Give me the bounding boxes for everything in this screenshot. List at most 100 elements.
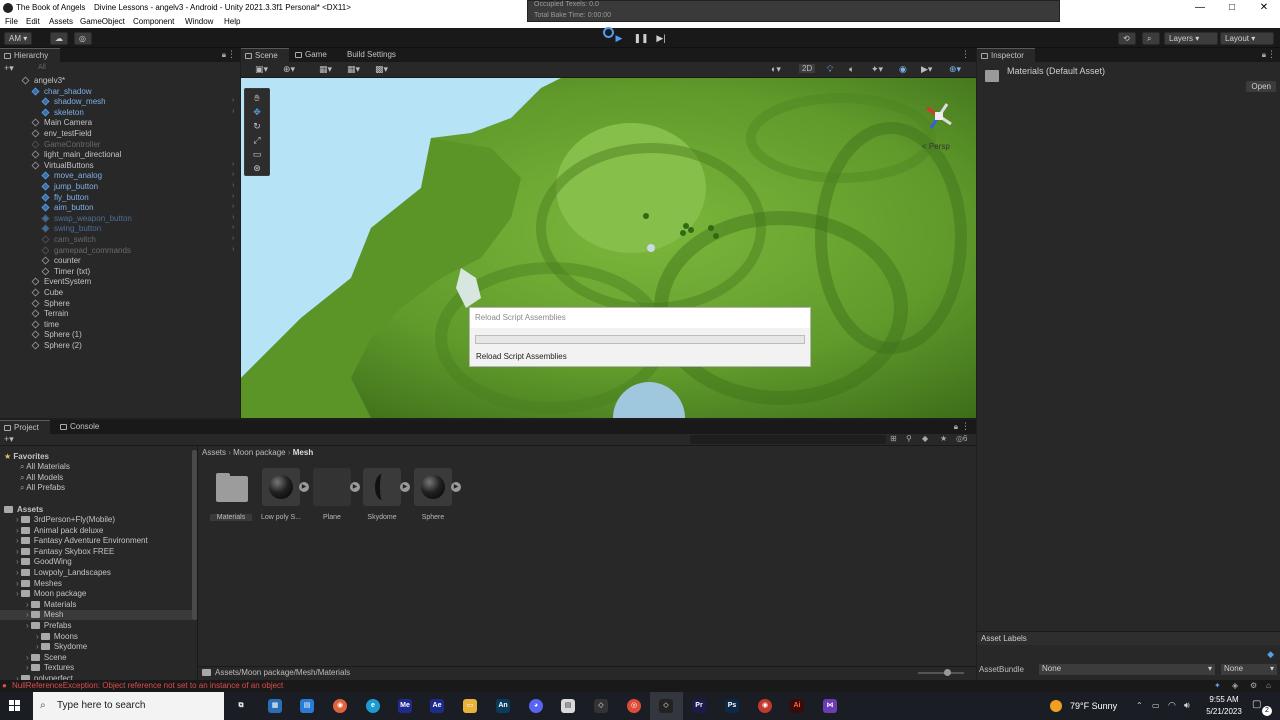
expand-arrow-icon[interactable]: › [232, 108, 234, 115]
hierarchy-item[interactable]: swap_weapon_button [41, 214, 132, 224]
hierarchy-item[interactable]: aim_button [41, 203, 94, 213]
expand-icon[interactable]: ▶ [350, 482, 360, 492]
scene-kebab-icon[interactable]: ⋮ [961, 49, 970, 60]
firefox-icon[interactable]: ◉ [333, 699, 347, 713]
hierarchy-item[interactable]: time [31, 320, 59, 330]
transform-tool-icon[interactable]: ⊛ [251, 162, 263, 174]
filter-label-icon[interactable]: ⚲ [906, 434, 912, 443]
project-tree-item[interactable]: › Fantasy Adventure Environment [16, 536, 148, 546]
snap-increment-icon[interactable]: ▦▾ [347, 64, 360, 75]
project-tree-item[interactable]: › Textures [26, 663, 74, 673]
after-effects-icon[interactable]: Ae [430, 699, 444, 713]
expand-icon[interactable]: ▶ [299, 482, 309, 492]
hierarchy-item[interactable]: Sphere (2) [31, 341, 82, 351]
tab-game[interactable]: Game [291, 48, 335, 62]
asset-tile-low-poly[interactable]: ▶ Low poly S... [260, 468, 309, 521]
hierarchy-search[interactable]: All [38, 64, 46, 71]
orientation-gizmo[interactable] [921, 98, 957, 134]
status-bar[interactable]: ● NullReferenceException: Object referen… [0, 680, 1280, 692]
unity-editor-icon[interactable]: ◇ [659, 699, 673, 713]
asset-bundle-dropdown[interactable]: None ▾ [1039, 664, 1215, 675]
layout-dropdown[interactable]: Layout ▾ [1220, 32, 1274, 45]
favorite-item[interactable]: ⌕ All Models [20, 473, 63, 483]
asset-tile-skydome[interactable]: ▶ Skydome [361, 468, 410, 521]
cloud-icon[interactable]: ☁ [50, 32, 68, 45]
project-tree-item[interactable]: › GoodWing [16, 557, 72, 567]
project-tree-item[interactable]: › Meshes [16, 579, 62, 589]
project-tree-item[interactable]: › Animal pack deluxe [16, 526, 103, 536]
hierarchy-item[interactable]: skeleton [41, 108, 84, 118]
pause-button[interactable]: ❚❚ [632, 31, 650, 45]
status-icon-a[interactable]: ✦ [1214, 681, 1221, 690]
layers-dropdown[interactable]: Layers ▾ [1164, 32, 1218, 45]
expand-arrow-icon[interactable]: › [232, 214, 234, 221]
hierarchy-item[interactable]: shadow_mesh [41, 97, 106, 107]
tab-inspector[interactable]: Inspector [977, 48, 1035, 62]
asset-variant-dropdown[interactable]: None ▾ [1221, 664, 1277, 675]
project-lock-icon[interactable]: 🔒︎ [954, 422, 958, 432]
collab-icon[interactable]: ◎ [74, 32, 92, 45]
hierarchy-item[interactable]: GameController [31, 140, 100, 150]
expand-arrow-icon[interactable]: › [232, 97, 234, 104]
kebab-menu-icon[interactable]: ⋮ [227, 49, 236, 60]
visual-studio-icon[interactable]: ⋈ [823, 699, 837, 713]
project-tree-item[interactable]: › Fantasy Skybox FREE [16, 547, 114, 557]
favorite-icon[interactable]: ★ [940, 434, 947, 443]
notes-app-icon[interactable]: ▤ [300, 699, 314, 713]
expand-arrow-icon[interactable]: › [232, 161, 234, 168]
favorites-header[interactable]: ★ Favorites [4, 452, 49, 462]
shading-mode-icon[interactable]: ◐▾ [771, 64, 781, 75]
project-tree-item[interactable]: › Moon package [16, 589, 86, 599]
wifi-icon[interactable]: ◠ [1168, 700, 1176, 711]
add-icon[interactable]: +▾ [4, 63, 14, 74]
asset-tile-plane[interactable]: ▶ Plane [311, 468, 360, 521]
hierarchy-item[interactable]: gamepad_commands [41, 246, 131, 256]
tab-hierarchy[interactable]: Hierarchy [0, 48, 60, 62]
hierarchy-item[interactable]: char_shadow [31, 87, 92, 97]
menu-assets[interactable]: Assets [49, 17, 73, 26]
project-tree-item[interactable]: › Skydome [36, 642, 87, 652]
clock-time[interactable]: 9:55 AM [1204, 695, 1244, 704]
open-button[interactable]: Open [1246, 81, 1276, 92]
hierarchy-item[interactable]: Timer (txt) [41, 267, 90, 277]
calculator-app-icon[interactable]: ▦ [268, 699, 282, 713]
file-explorer-icon[interactable]: ▭ [463, 699, 477, 713]
favorite-item[interactable]: ⌕ All Materials [20, 462, 70, 472]
project-tree-item[interactable]: › Materials [26, 600, 76, 610]
expand-arrow-icon[interactable]: › [232, 203, 234, 210]
expand-arrow-icon[interactable]: › [232, 224, 234, 231]
scene-viewport[interactable]: < Persp [241, 78, 976, 418]
rotate-tool-icon[interactable]: ↻ [251, 120, 263, 132]
hierarchy-item[interactable]: move_analog [41, 171, 102, 181]
unity-hub-icon[interactable]: ◇ [594, 699, 608, 713]
taskbar-search-input[interactable]: Type here to search [33, 692, 224, 720]
asset-tile-materials[interactable]: Materials [210, 468, 252, 521]
zoom-slider-handle[interactable] [944, 669, 951, 676]
project-tree-item[interactable]: › Moons [36, 632, 78, 642]
app-icon[interactable]: ▤ [561, 699, 575, 713]
menu-gameobject[interactable]: GameObject [80, 17, 125, 26]
status-icon-d[interactable]: ⌂ [1266, 681, 1271, 690]
hierarchy-item[interactable]: EventSystem [31, 277, 91, 287]
perspective-label[interactable]: < Persp [922, 142, 950, 151]
hierarchy-item[interactable]: counter [41, 256, 81, 266]
photoshop-icon[interactable]: Ps [725, 699, 739, 713]
hierarchy-item[interactable]: jump_button [41, 182, 98, 192]
hidden-count-icon[interactable]: ◎6 [956, 434, 967, 443]
premiere-icon[interactable]: Pr [692, 699, 706, 713]
tab-scene[interactable]: Scene [241, 48, 289, 62]
hand-tool-icon[interactable]: ✋︎ [251, 92, 263, 104]
edge-icon[interactable]: e [366, 699, 380, 713]
menu-edit[interactable]: Edit [26, 17, 40, 26]
network-icon[interactable]: ▭ [1152, 701, 1160, 710]
tab-build-settings[interactable]: Build Settings [337, 48, 407, 62]
notification-icon[interactable]: ▢ [1252, 699, 1261, 710]
scale-tool-icon[interactable]: ⤢ [251, 134, 263, 146]
discord-icon[interactable]: ◕ [529, 699, 543, 713]
history-icon[interactable]: ⟲ [1118, 32, 1136, 45]
project-search-input[interactable] [690, 435, 886, 444]
expand-arrow-icon[interactable]: › [232, 182, 234, 189]
account-button[interactable]: AM ▾ [4, 32, 33, 45]
illustrator-icon[interactable]: Ai [790, 699, 804, 713]
grid-visibility-icon[interactable]: ▩▾ [375, 64, 388, 75]
